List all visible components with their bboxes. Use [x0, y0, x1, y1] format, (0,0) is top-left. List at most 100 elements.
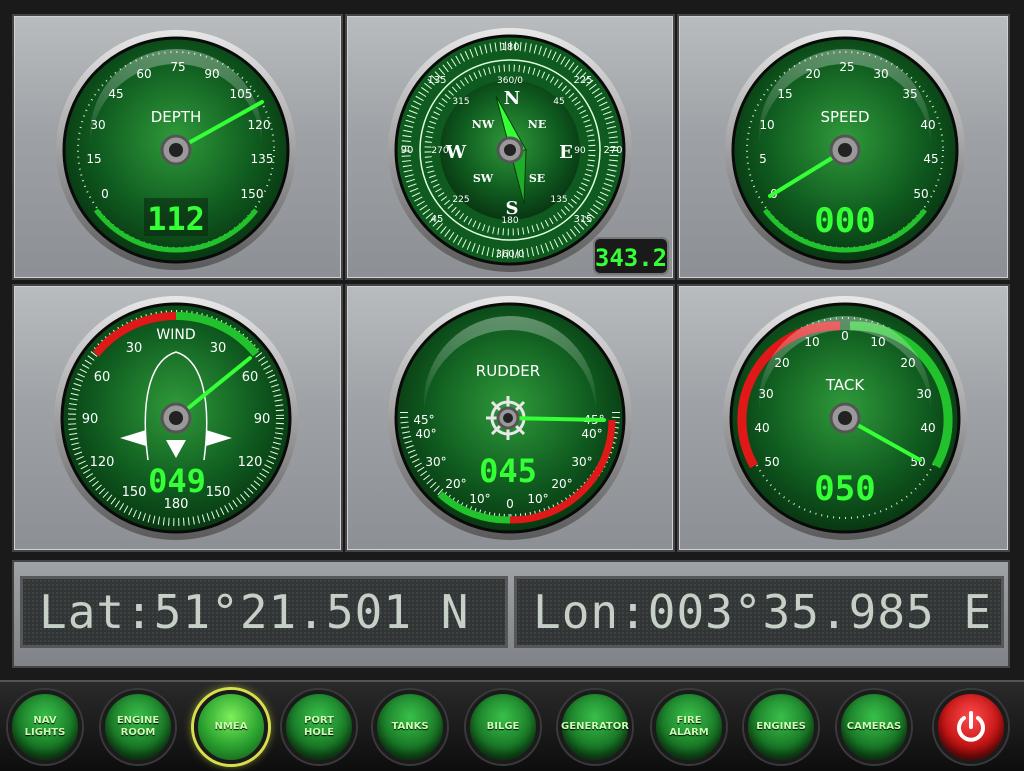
- tack-tick: 20: [900, 356, 915, 370]
- bilge-button[interactable]: BILGE: [466, 690, 540, 764]
- depth-tick: 135: [251, 152, 274, 166]
- tack-tick: 30: [758, 387, 773, 401]
- wind-tick: 150: [206, 485, 231, 500]
- tack-tick: 50: [764, 455, 779, 469]
- speed-tick: 40: [920, 118, 935, 132]
- rudder-tick: 30°: [425, 455, 446, 469]
- wind-tick: 120: [90, 455, 115, 470]
- depth-tick: 105: [230, 87, 253, 101]
- heading-readout: 343.2: [595, 244, 667, 272]
- depth-readout: 112: [147, 200, 205, 238]
- rudder-tick: 40°: [581, 427, 602, 441]
- depth-label: DEPTH: [151, 108, 202, 126]
- compass-sw: SW: [473, 172, 494, 185]
- speed-tick: 30: [873, 67, 888, 81]
- compass-outer-label: 225: [573, 75, 592, 86]
- tack-tick: 40: [920, 421, 935, 435]
- wind-tick: 60: [94, 370, 111, 385]
- compass-outer-label: 180: [500, 42, 519, 53]
- compass-outer-label: 90: [401, 145, 414, 156]
- tack-tick: 10: [870, 335, 885, 349]
- rudder-tick: 45°: [413, 413, 434, 427]
- wind-tick: 120: [238, 455, 263, 470]
- engines-button[interactable]: ENGINES: [744, 690, 818, 764]
- depth-tick: 0: [101, 187, 109, 201]
- speed-label: SPEED: [820, 108, 869, 126]
- tack-tick: 40: [754, 421, 769, 435]
- tack-tick: 30: [916, 387, 931, 401]
- tack-gauge: TACK 0 10 20 30 40 50 10 20 30 40 50 050: [723, 296, 967, 540]
- compass-se: SE: [529, 172, 545, 185]
- speed-tick: 10: [759, 118, 774, 132]
- wind-tick: 150: [122, 485, 147, 500]
- power-icon: [957, 711, 985, 742]
- compass-outer-label: 360/0: [496, 249, 525, 260]
- speed-tick: 20: [805, 67, 820, 81]
- rudder-needle: [506, 416, 606, 422]
- speed-tick: 15: [777, 87, 792, 101]
- rudder-tick: 0: [506, 497, 514, 511]
- rudder-readout: 045: [479, 452, 537, 490]
- latitude-display: Lat:51°21.501 N: [20, 576, 508, 648]
- tack-tick: 10: [804, 335, 819, 349]
- compass-n: N: [504, 88, 520, 109]
- tack-readout: 050: [814, 469, 875, 509]
- compass-outer-label: 270: [603, 145, 622, 156]
- rudder-tick: 10°: [527, 492, 548, 506]
- compass-inner-label: 360/0: [497, 76, 523, 86]
- tack-tick: 0: [841, 329, 849, 343]
- compass-inner-label: 315: [452, 97, 469, 107]
- fire-alarm-button[interactable]: FIRE ALARM: [652, 690, 726, 764]
- port-hole-button[interactable]: PORT HOLE: [282, 690, 356, 764]
- wind-tick: 90: [82, 412, 99, 427]
- speed-tick: 25: [839, 60, 854, 74]
- speed-readout: 000: [814, 201, 875, 241]
- depth-tick: 150: [241, 187, 264, 201]
- depth-gauge: DEPTH 0 15 30 45 60 75 90 105 120 135 15…: [56, 30, 296, 270]
- longitude-display: Lon:003°35.985 E: [514, 576, 1004, 648]
- tack-tick: 20: [774, 356, 789, 370]
- compass-w: W: [445, 142, 467, 163]
- speed-tick: 5: [759, 152, 767, 166]
- compass-outer-label: 315: [573, 214, 592, 225]
- rudder-label: RUDDER: [476, 362, 540, 380]
- depth-tick: 120: [248, 118, 271, 132]
- nmea-button[interactable]: NMEA: [194, 690, 268, 764]
- compass-inner-label: 225: [452, 195, 469, 205]
- rudder-tick: 30°: [571, 455, 592, 469]
- speed-tick: 50: [913, 187, 928, 201]
- rudder-tick: 20°: [551, 477, 572, 491]
- generator-button[interactable]: GENERATOR: [558, 690, 632, 764]
- tack-label: TACK: [825, 376, 865, 394]
- compass-gauge: 180 225 270 315 360/0 45 90 135 360/0 45…: [388, 28, 669, 275]
- gauges-layer: DEPTH 0 15 30 45 60 75 90 105 120 135 15…: [54, 28, 967, 540]
- nav-lights-button[interactable]: NAV LIGHTS: [8, 690, 82, 764]
- compass-s: S: [506, 198, 519, 219]
- compass-ne: NE: [528, 118, 546, 131]
- power-button[interactable]: [934, 690, 1008, 764]
- cameras-button[interactable]: CAMERAS: [837, 690, 911, 764]
- compass-outer-label: 135: [427, 75, 446, 86]
- wind-tick: 90: [254, 412, 271, 427]
- compass-inner-label: 90: [574, 146, 586, 156]
- wind-readout: 049: [148, 462, 206, 500]
- rudder-tick: 10°: [469, 492, 490, 506]
- compass-nw: NW: [472, 118, 495, 131]
- rudder-gauge: RUDDER 45° 40° 30° 20° 10° 0 45° 40° 30°…: [388, 296, 632, 540]
- compass-inner-label: 45: [553, 97, 564, 107]
- tanks-button[interactable]: TANKS: [373, 690, 447, 764]
- speed-tick: 35: [902, 87, 917, 101]
- compass-inner-label: 135: [550, 195, 567, 205]
- wind-tick: 60: [242, 370, 259, 385]
- rudder-tick: 20°: [445, 477, 466, 491]
- compass-e: E: [559, 142, 573, 163]
- compass-outer-label: 45: [431, 214, 444, 225]
- depth-tick: 30: [90, 118, 105, 132]
- wind-label: WIND: [156, 327, 195, 343]
- rudder-tick: 40°: [415, 427, 436, 441]
- speed-tick: 45: [923, 152, 938, 166]
- depth-tick: 90: [204, 67, 219, 81]
- engine-room-button[interactable]: ENGINE ROOM: [101, 690, 175, 764]
- depth-tick: 60: [136, 67, 151, 81]
- wind-tick: 30: [126, 341, 143, 356]
